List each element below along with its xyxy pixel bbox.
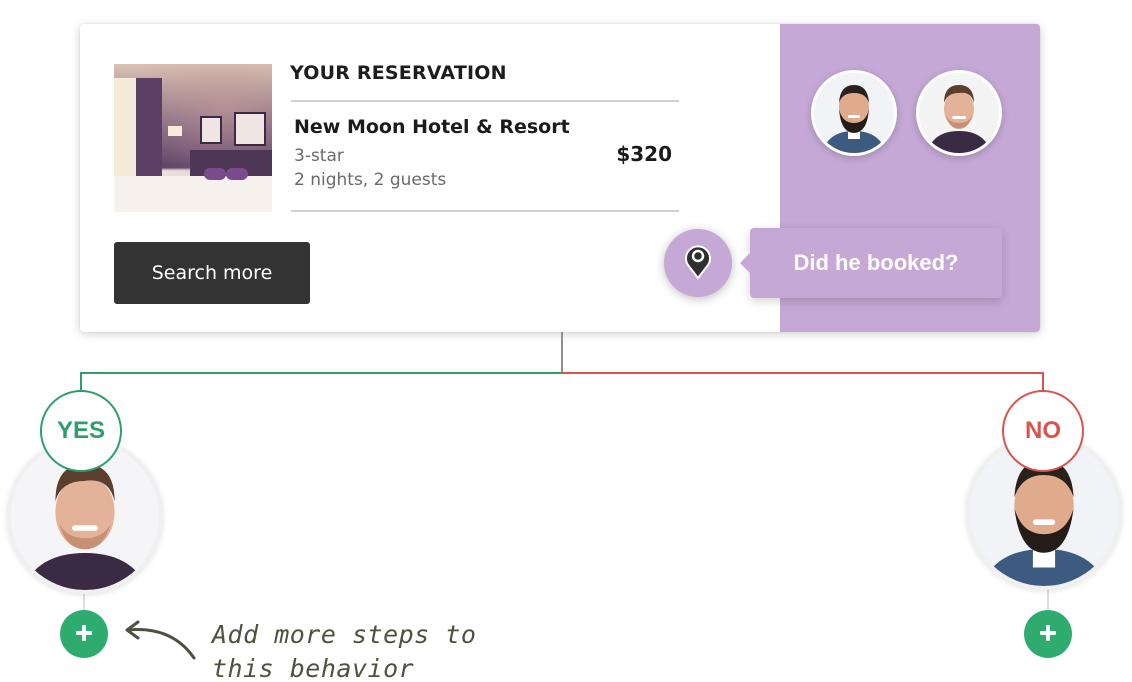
condition-question: Did he booked?: [740, 228, 1002, 298]
reservation-title: YOUR RESERVATION: [290, 62, 507, 84]
plus-icon: [1039, 624, 1057, 645]
add-step-yes-button[interactable]: [60, 610, 108, 658]
no-badge: NO: [1002, 390, 1084, 472]
hotel-rating: 3-star: [294, 146, 344, 166]
annotation-note: Add more steps to this behavior: [212, 618, 476, 682]
condition-node[interactable]: [664, 229, 732, 297]
plus-icon: [75, 624, 93, 645]
condition-question-text: Did he booked?: [793, 250, 959, 275]
price: $320: [616, 142, 672, 166]
smiling-man-avatar: [916, 70, 1002, 156]
stay-details: 2 nights, 2 guests: [294, 170, 447, 190]
divider: [291, 100, 679, 102]
curved-arrow-icon: [122, 618, 202, 668]
annotation-line: Add more steps to: [212, 620, 477, 649]
hotel-name: New Moon Hotel & Resort: [294, 116, 570, 138]
search-more-button[interactable]: Search more: [114, 242, 310, 304]
bearded-man-avatar: [811, 70, 897, 156]
connector-line: [561, 332, 563, 374]
divider: [291, 210, 679, 212]
no-branch-line: [562, 372, 1044, 374]
yes-branch-line: [80, 372, 562, 374]
yes-badge: YES: [40, 390, 122, 472]
annotation-line: this behavior: [212, 654, 415, 682]
map-pin-icon: [683, 242, 713, 284]
hotel-room-photo: [114, 64, 272, 212]
add-step-no-button[interactable]: [1024, 610, 1072, 658]
